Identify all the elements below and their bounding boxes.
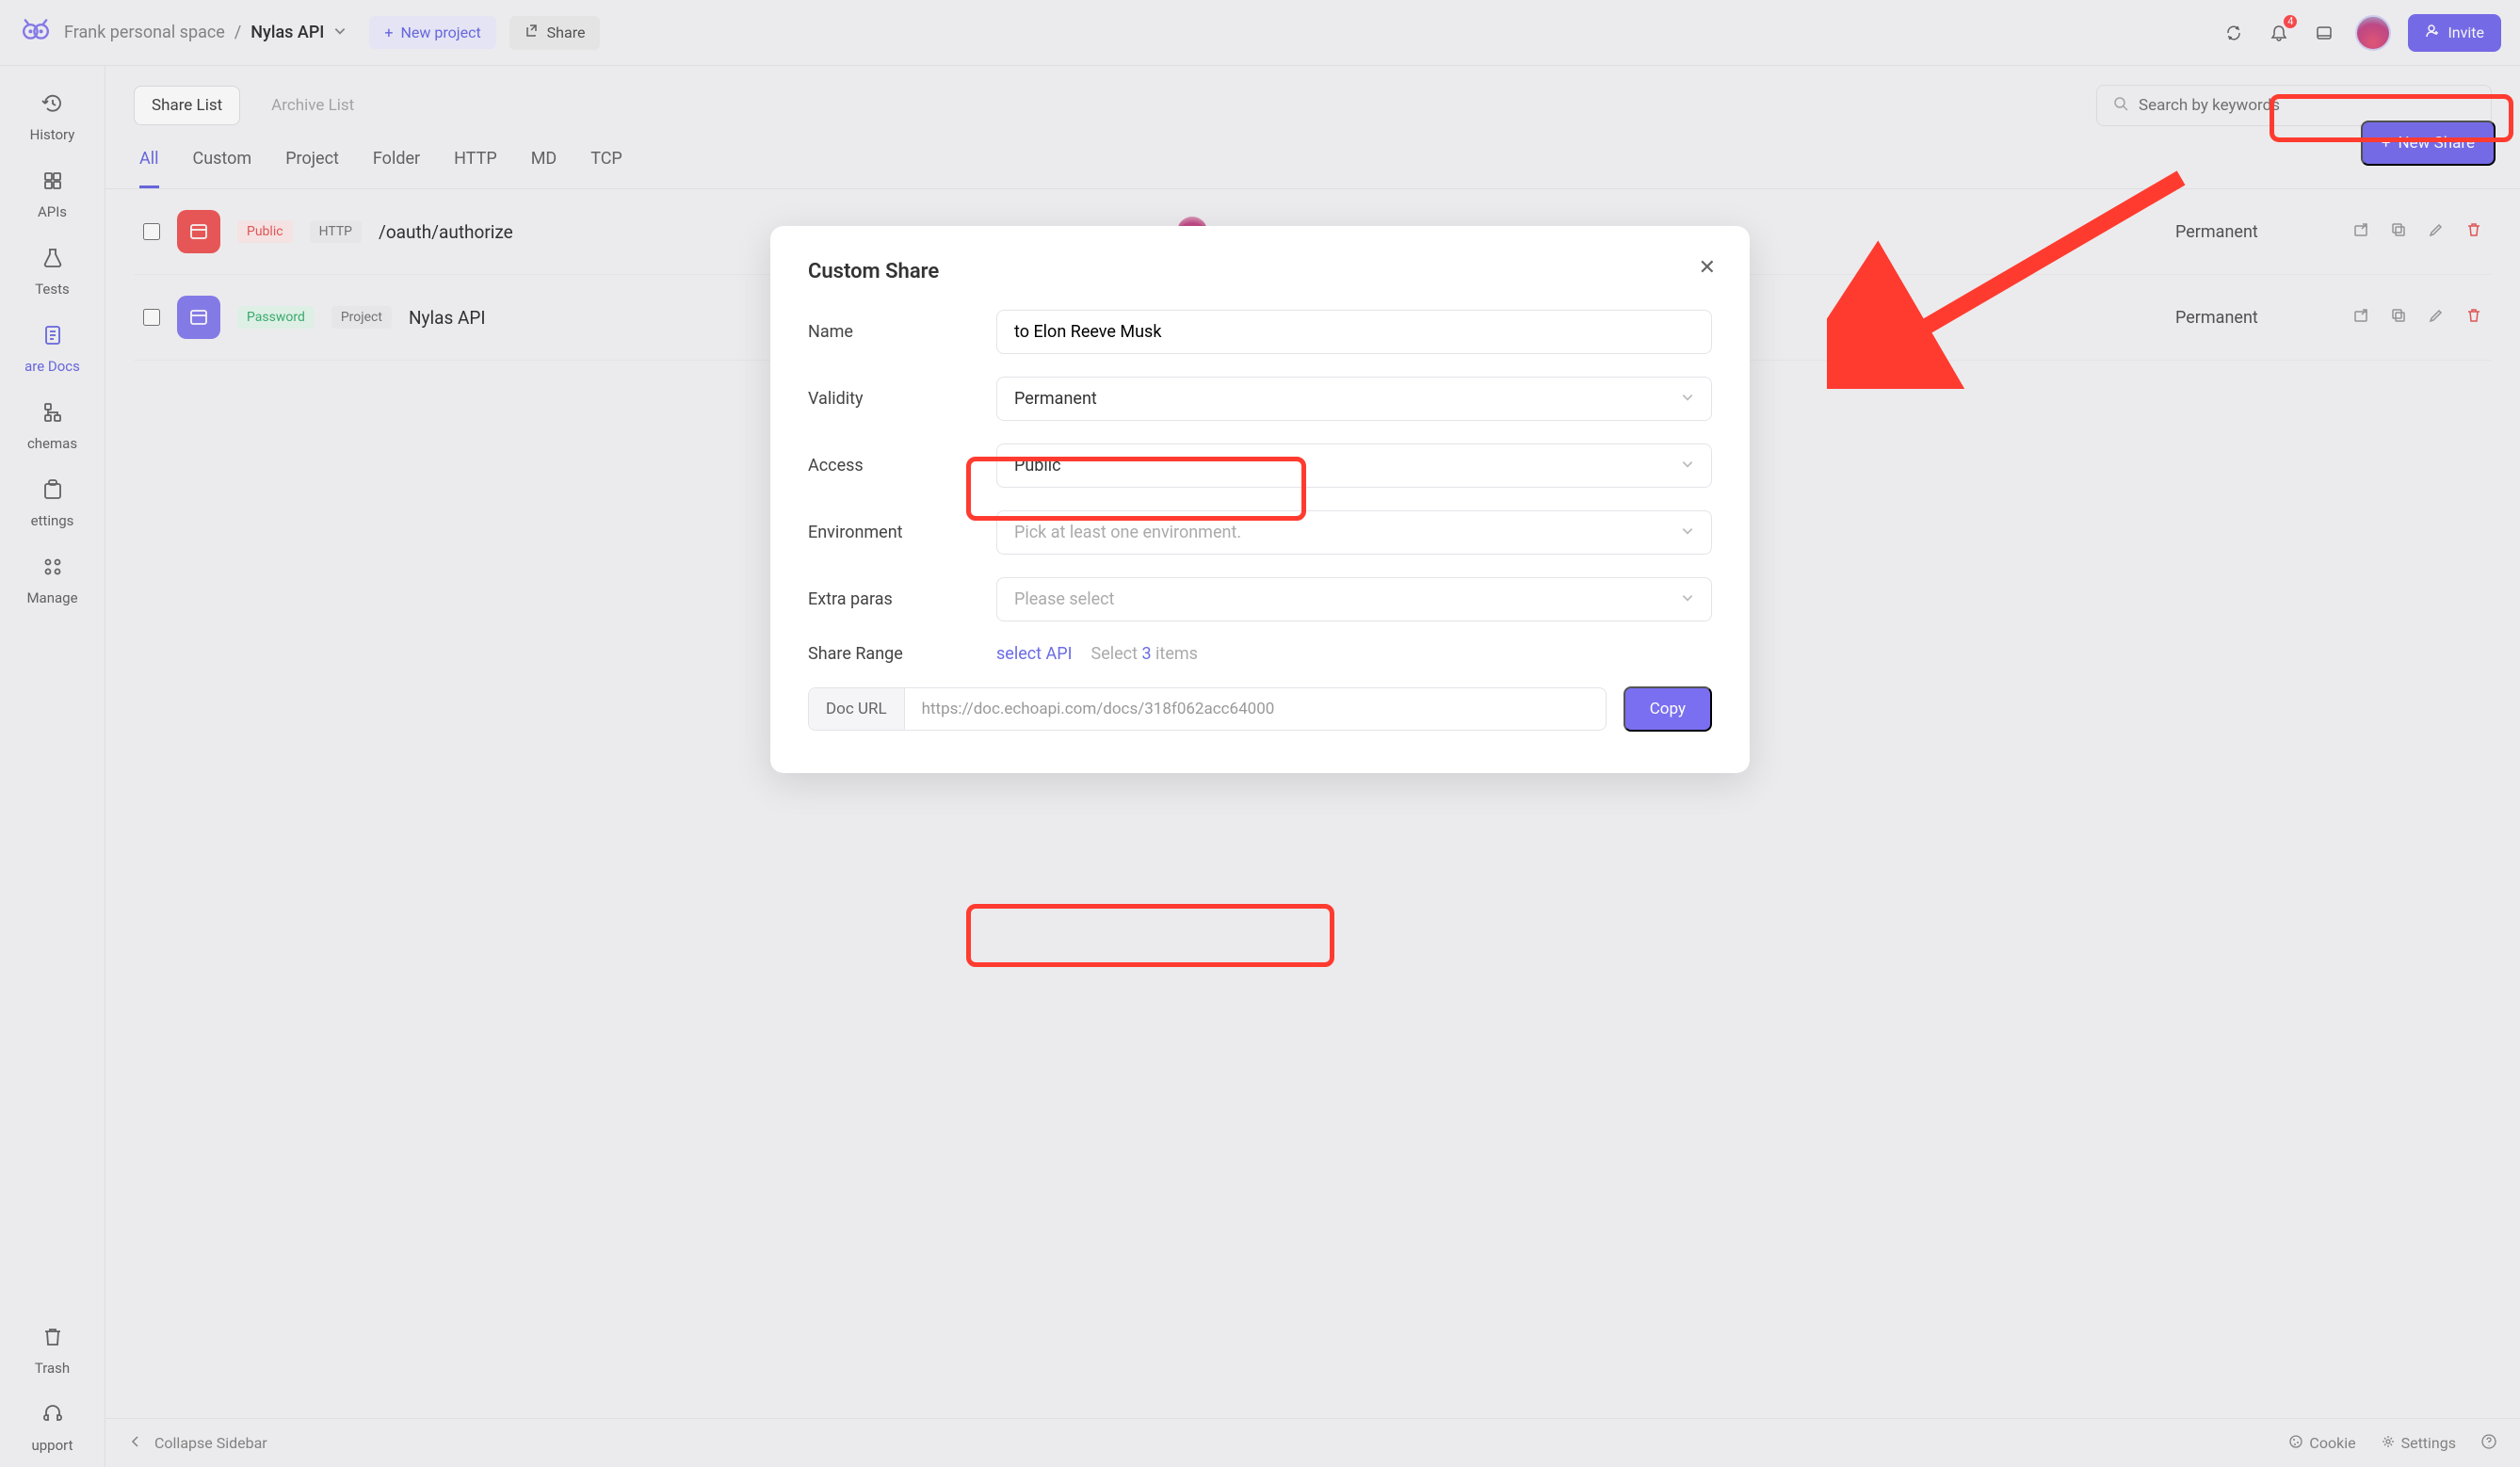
environment-label: Environment: [808, 523, 996, 542]
access-select[interactable]: Public: [996, 443, 1712, 488]
chevron-down-icon: [1681, 523, 1694, 542]
environment-select[interactable]: Pick at least one environment.: [996, 510, 1712, 555]
extra-paras-placeholder: Please select: [1014, 589, 1114, 609]
validity-select[interactable]: Permanent: [996, 377, 1712, 421]
chevron-down-icon: [1681, 589, 1694, 609]
validity-label: Validity: [808, 389, 996, 409]
modal-backdrop: Custom Share ✕ Name Validity Permanent A…: [0, 0, 2520, 1467]
access-value: Public: [1014, 456, 1061, 476]
modal-title: Custom Share: [808, 260, 1712, 283]
name-input[interactable]: [996, 310, 1712, 354]
select-api-link[interactable]: select API: [996, 644, 1073, 664]
close-icon[interactable]: ✕: [1699, 256, 1716, 280]
doc-url-value[interactable]: https://doc.echoapi.com/docs/318f062acc6…: [905, 688, 1606, 730]
name-input-field[interactable]: [1014, 322, 1694, 342]
environment-placeholder: Pick at least one environment.: [1014, 523, 1241, 542]
validity-value: Permanent: [1014, 389, 1097, 409]
extra-paras-label: Extra paras: [808, 589, 996, 609]
select-items-text: Select 3 items: [1091, 644, 1198, 664]
doc-url-label: Doc URL: [809, 688, 905, 730]
access-label: Access: [808, 456, 996, 476]
chevron-down-icon: [1681, 389, 1694, 409]
custom-share-modal: Custom Share ✕ Name Validity Permanent A…: [770, 226, 1750, 773]
chevron-down-icon: [1681, 456, 1694, 476]
extra-paras-select[interactable]: Please select: [996, 577, 1712, 621]
name-label: Name: [808, 322, 996, 342]
copy-button[interactable]: Copy: [1623, 686, 1712, 732]
share-range-label: Share Range: [808, 644, 996, 664]
doc-url-box: Doc URL https://doc.echoapi.com/docs/318…: [808, 687, 1607, 731]
